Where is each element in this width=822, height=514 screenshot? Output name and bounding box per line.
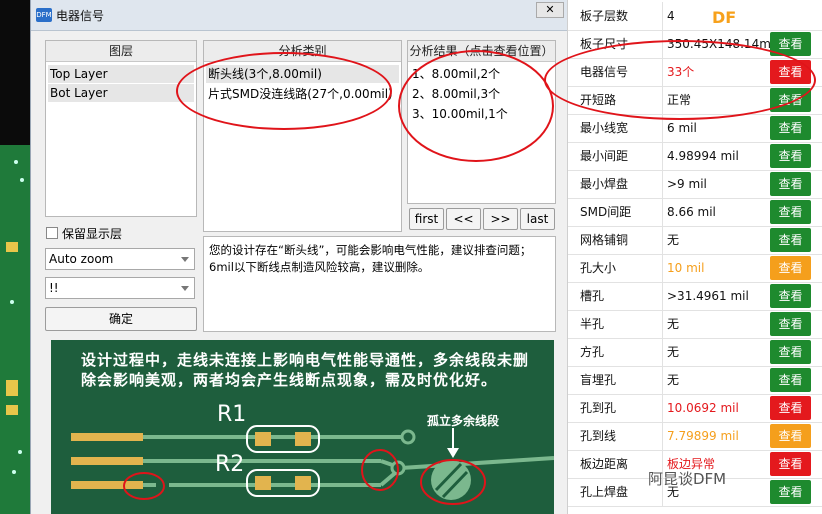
first-button[interactable]: first xyxy=(409,208,444,230)
watermark-text: 阿昆谈DFM xyxy=(648,470,727,488)
table-row: 槽孔 >31.4961 mil 查看 xyxy=(568,282,822,311)
row-name: 孔到孔 xyxy=(580,394,663,422)
row-value: 无 xyxy=(667,345,680,359)
table-row: 半孔无 查看 xyxy=(568,310,822,339)
table-row: 孔大小 10 mil 查看 xyxy=(568,254,822,283)
view-button[interactable]: 查看 xyxy=(770,116,811,140)
row-value: 8.66 mil xyxy=(667,205,716,219)
view-button[interactable]: 查看 xyxy=(770,172,811,196)
view-button[interactable]: 查看 xyxy=(770,312,811,336)
table-row: 方孔无 查看 xyxy=(568,338,822,367)
table-row: 孔到孔 10.0692 mil 查看 xyxy=(568,394,822,423)
zoom-select[interactable]: Auto zoom xyxy=(45,248,195,270)
view-button[interactable]: 查看 xyxy=(770,452,811,476)
chevron-down-icon xyxy=(181,286,189,291)
highlight-ellipse xyxy=(398,50,554,162)
table-row: 最小间距 4.98994 mil 查看 xyxy=(568,142,822,171)
table-row: 板子层数 4 xyxy=(568,2,822,31)
filter-select-value: !! xyxy=(49,281,59,295)
ok-button[interactable]: 确定 xyxy=(45,307,197,331)
row-name: 半孔 xyxy=(580,310,663,338)
layer-item-bot[interactable]: Bot Layer xyxy=(48,84,194,102)
table-row: 盲埋孔无 查看 xyxy=(568,366,822,395)
next-button[interactable]: >> xyxy=(483,208,518,230)
view-button[interactable]: 查看 xyxy=(770,424,811,448)
row-name: 盲埋孔 xyxy=(580,366,663,394)
filter-select[interactable]: !! xyxy=(45,277,195,299)
close-icon[interactable]: ✕ xyxy=(536,2,564,18)
keep-layers-label: 保留显示层 xyxy=(62,227,123,241)
message-box: 您的设计存在“断头线”，可能会影响电气性能，建议排查问题；6mil以下断线点制造… xyxy=(203,236,556,332)
view-button[interactable]: 查看 xyxy=(770,480,811,504)
view-button[interactable]: 查看 xyxy=(770,228,811,252)
last-button[interactable]: last xyxy=(520,208,555,230)
chevron-down-icon xyxy=(181,257,189,262)
pcb-pad xyxy=(6,405,18,415)
view-button[interactable]: 查看 xyxy=(770,200,811,224)
view-button[interactable]: 查看 xyxy=(770,340,811,364)
app-icon: DFM xyxy=(36,8,52,22)
row-value: 4.98994 mil xyxy=(667,149,739,163)
pcb-pad xyxy=(6,242,18,252)
zoom-select-value: Auto zoom xyxy=(49,252,114,266)
table-row: 网格铺铜无 查看 xyxy=(568,226,822,255)
row-value: >9 mil xyxy=(667,177,707,191)
df-mark: DF xyxy=(712,8,737,27)
view-button[interactable]: 查看 xyxy=(770,144,811,168)
row-name: 孔大小 xyxy=(580,254,663,282)
row-name: 最小间距 xyxy=(580,142,663,170)
row-name: 方孔 xyxy=(580,338,663,366)
message-text: 您的设计存在“断头线”，可能会影响电气性能，建议排查问题；6mil以下断线点制造… xyxy=(209,243,532,274)
row-name: 网格铺铜 xyxy=(580,226,663,254)
r1-label: R1 xyxy=(217,402,247,427)
row-value: 7.79899 mil xyxy=(667,429,739,443)
table-row: 最小焊盘 >9 mil 查看 xyxy=(568,170,822,199)
view-button[interactable]: 查看 xyxy=(770,396,811,420)
highlight-ellipse xyxy=(544,40,816,120)
row-value: 10 mil xyxy=(667,261,705,275)
r2-label: R2 xyxy=(215,452,245,477)
prev-button[interactable]: << xyxy=(446,208,481,230)
isolated-trace-label: 孤立多余线段 xyxy=(427,414,500,428)
row-value: >31.4961 mil xyxy=(667,289,749,303)
row-value: 无 xyxy=(667,317,680,331)
table-row: SMD间距 8.66 mil 查看 xyxy=(568,198,822,227)
row-name: 槽孔 xyxy=(580,282,663,310)
row-value: 10.0692 mil xyxy=(667,401,739,415)
view-button[interactable]: 查看 xyxy=(770,284,811,308)
layers-panel: 图层 Top Layer Bot Layer xyxy=(45,40,197,217)
layer-item-top[interactable]: Top Layer xyxy=(48,65,194,83)
view-button[interactable]: 查看 xyxy=(770,256,811,280)
pcb-pad xyxy=(6,380,18,396)
window-title: 电器信号 xyxy=(56,9,105,23)
row-name: SMD间距 xyxy=(580,198,663,226)
highlight-ellipse xyxy=(176,52,392,130)
layers-header: 图层 xyxy=(46,41,196,62)
row-value: 无 xyxy=(667,233,680,247)
row-name: 孔到线 xyxy=(580,422,663,450)
title-bar: DFM 电器信号 ✕ xyxy=(31,0,568,31)
table-row: 孔到线 7.79899 mil 查看 xyxy=(568,422,822,451)
view-button[interactable]: 查看 xyxy=(770,368,811,392)
pcb-background-strip xyxy=(0,0,30,514)
illustration-panel: 设计过程中，走线未连接上影响电气性能导通性，多余线段未删除会影响美观，两者均会产… xyxy=(51,340,554,514)
row-value: 无 xyxy=(667,373,680,387)
row-name: 最小焊盘 xyxy=(580,170,663,198)
keep-layers-checkbox[interactable] xyxy=(46,227,58,239)
row-name: 板子层数 xyxy=(580,2,663,30)
window-controls: ✕ xyxy=(496,0,566,18)
